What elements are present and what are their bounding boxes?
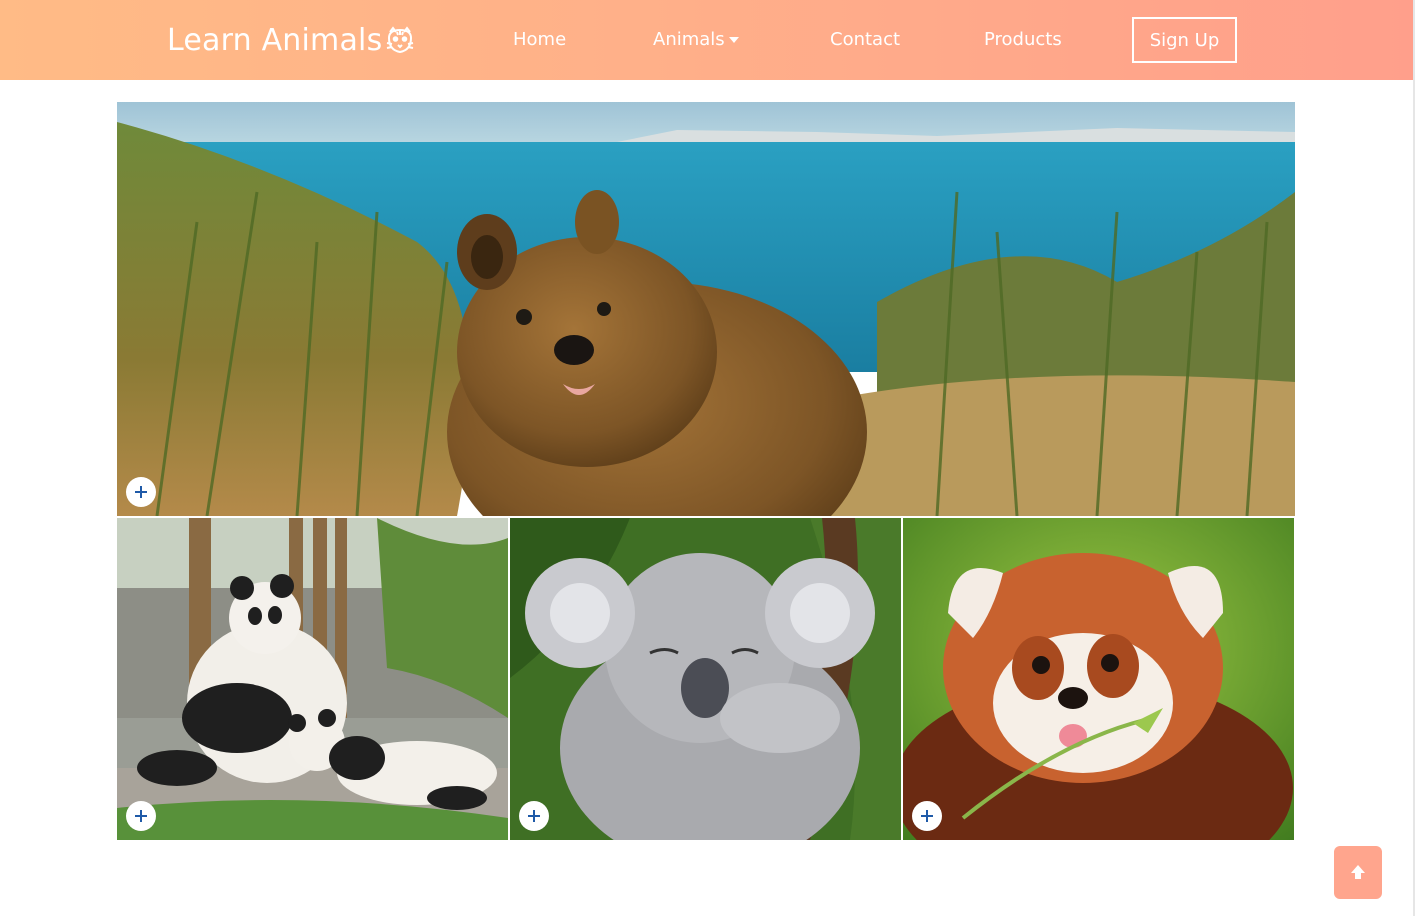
navbar: Learn Animals Home Animals Contact Produ… (0, 0, 1413, 80)
tiger-icon (387, 26, 414, 54)
nav-home[interactable]: Home (513, 26, 566, 54)
plus-icon (921, 810, 933, 822)
nav-products[interactable]: Products (984, 26, 1062, 54)
sign-up-button[interactable]: Sign Up (1132, 17, 1237, 63)
photo-red-panda[interactable] (903, 518, 1294, 840)
brand-logo[interactable]: Learn Animals (167, 18, 416, 62)
photo-pandas[interactable] (117, 518, 508, 840)
photo-quokka[interactable] (117, 102, 1295, 516)
nav-contact[interactable]: Contact (830, 26, 900, 54)
back-to-top-button[interactable] (1334, 846, 1382, 899)
red-panda-image (903, 518, 1294, 840)
quokka-image (117, 102, 1295, 516)
caret-down-icon (728, 37, 739, 43)
koala-image (510, 518, 901, 840)
expand-button[interactable] (126, 801, 156, 831)
plus-icon (135, 486, 147, 498)
plus-icon (135, 810, 147, 822)
pandas-image (117, 518, 508, 840)
brand-text: Learn Animals (167, 22, 383, 58)
expand-button[interactable] (519, 801, 549, 831)
nav-animals-label: Animals (653, 29, 725, 50)
photo-koala[interactable] (510, 518, 901, 840)
plus-icon (528, 810, 540, 822)
arrow-up-icon (1351, 864, 1365, 879)
expand-button[interactable] (126, 477, 156, 507)
expand-button[interactable] (912, 801, 942, 831)
nav-animals-dropdown[interactable]: Animals (653, 26, 739, 54)
